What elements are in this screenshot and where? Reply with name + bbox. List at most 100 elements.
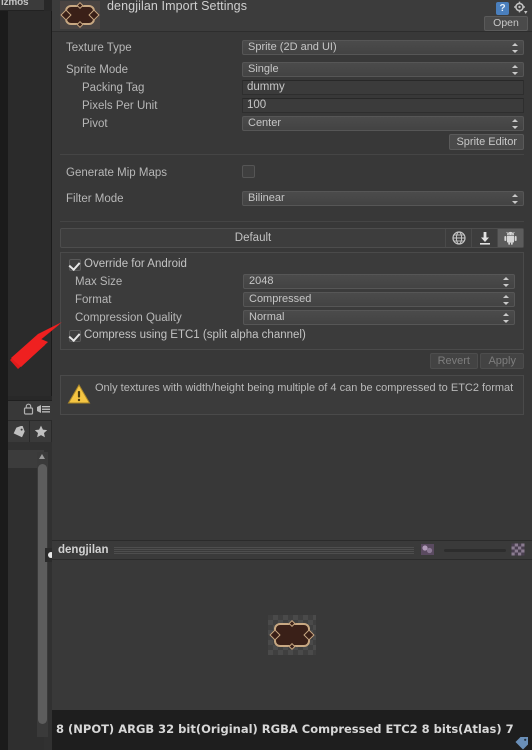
android-override-block: Override for Android Max Size 2048 Forma… — [60, 252, 524, 350]
chevron-updown-icon — [503, 295, 510, 305]
scrollbar-thumb[interactable] — [38, 464, 47, 724]
preview-drag-handle[interactable] — [114, 546, 414, 554]
generate-mip-maps-checkbox[interactable] — [242, 165, 255, 178]
compress-etc1-row[interactable]: Compress using ETC1 (split alpha channel… — [61, 328, 523, 345]
packing-tag-label: Packing Tag — [82, 82, 145, 94]
pixels-per-unit-label: Pixels Per Unit — [82, 100, 158, 112]
packing-tag-input[interactable]: dummy — [242, 80, 524, 95]
warning-message-box: Only textures with width/height being mu… — [60, 375, 524, 415]
max-size-dropdown[interactable]: 2048 — [243, 274, 515, 289]
globe-icon[interactable] — [445, 229, 471, 247]
preview-sprite-image — [268, 615, 316, 655]
format-dropdown[interactable]: Compressed — [243, 292, 515, 307]
compression-quality-label: Compression Quality — [75, 312, 182, 324]
sprite-mode-dropdown[interactable]: Single — [242, 62, 524, 77]
preview-zoom-slider[interactable] — [444, 548, 506, 552]
max-size-label: Max Size — [75, 276, 123, 288]
sprite-editor-button[interactable]: Sprite Editor — [449, 134, 524, 150]
field-sprite-mode: Sprite Mode Single — [52, 62, 532, 80]
filter-mode-value: Bilinear — [248, 192, 285, 204]
format-value: Compressed — [249, 293, 312, 305]
rgb-channel-icon[interactable] — [420, 543, 436, 557]
checkerboard-icon[interactable] — [511, 543, 527, 557]
chevron-updown-icon — [503, 313, 510, 323]
inspector-tab-row — [8, 420, 52, 443]
help-icon[interactable]: ? — [496, 1, 509, 15]
preview-header: dengjilan — [52, 540, 532, 560]
texture-type-label: Texture Type — [66, 42, 132, 54]
gear-icon[interactable] — [513, 1, 528, 15]
field-packing-tag: Packing Tag dummy — [52, 80, 532, 98]
field-texture-type: Texture Type Sprite (2D and UI) — [52, 40, 532, 58]
apply-button[interactable]: Apply — [480, 353, 524, 369]
compression-quality-dropdown[interactable]: Normal — [243, 310, 515, 325]
compression-quality-value: Normal — [249, 311, 285, 323]
scroll-up-arrow-icon[interactable] — [39, 454, 45, 459]
preview-title: dengjilan — [58, 544, 109, 556]
download-icon[interactable] — [471, 229, 497, 247]
unity-editor-window: izmos dengjilan Import Settings ? Open T… — [0, 0, 532, 750]
platform-tab-bar: Default — [60, 228, 524, 248]
texture-type-value: Sprite (2D and UI) — [248, 41, 337, 53]
sprite-editor-row: Sprite Editor — [52, 134, 532, 154]
android-icon[interactable] — [497, 229, 523, 247]
chevron-updown-icon — [512, 65, 519, 75]
sprite-mode-value: Single — [248, 63, 279, 75]
platform-default-label[interactable]: Default — [61, 229, 445, 247]
gizmos-dropdown-fragment[interactable]: izmos — [0, 0, 44, 11]
compress-etc1-label: Compress using ETC1 (split alpha channel… — [84, 329, 306, 341]
lock-icon[interactable] — [23, 403, 34, 418]
left-vertical-scrollbar[interactable] — [37, 452, 48, 737]
pixels-per-unit-input[interactable]: 100 — [242, 98, 524, 113]
field-compression-quality: Compression Quality Normal — [61, 310, 523, 328]
sprite-frame-preview-icon — [274, 619, 310, 651]
compress-etc1-checkbox[interactable] — [69, 330, 81, 342]
sprite-mode-label: Sprite Mode — [66, 64, 129, 76]
field-generate-mip-maps: Generate Mip Maps — [52, 165, 532, 187]
pixels-per-unit-value: 100 — [247, 99, 267, 111]
max-size-value: 2048 — [249, 275, 274, 287]
chevron-updown-icon — [503, 277, 510, 287]
field-pixels-per-unit: Pixels Per Unit 100 — [52, 98, 532, 116]
page-title: dengjilan Import Settings — [107, 0, 248, 13]
filter-mode-dropdown[interactable]: Bilinear — [242, 191, 524, 206]
revert-button[interactable]: Revert — [429, 353, 478, 369]
warning-triangle-icon — [67, 383, 91, 405]
revert-apply-row: Revert Apply — [52, 353, 532, 371]
override-for-android-row[interactable]: Override for Android — [61, 257, 523, 274]
status-bar: 8 (NPOT) ARGB 32 bit(Original) RGBA Comp… — [52, 710, 532, 750]
scene-view-remnant — [8, 11, 52, 396]
tag-icon[interactable] — [514, 736, 530, 750]
inspector-body: Texture Type Sprite (2D and UI) Sprite M… — [52, 32, 532, 540]
field-max-size: Max Size 2048 — [61, 274, 523, 292]
texture-info-text: 8 (NPOT) ARGB 32 bit(Original) RGBA Comp… — [56, 722, 514, 736]
field-format: Format Compressed — [61, 292, 523, 310]
left-dark-strip — [0, 0, 8, 750]
gizmos-label: izmos — [1, 0, 29, 8]
inspector-control-row — [8, 400, 52, 420]
field-filter-mode: Filter Mode Bilinear — [52, 191, 532, 209]
texture-type-dropdown[interactable]: Sprite (2D and UI) — [242, 40, 524, 55]
filter-mode-label: Filter Mode — [66, 193, 124, 205]
chevron-updown-icon — [512, 194, 519, 204]
format-label: Format — [75, 294, 112, 306]
pivot-dropdown[interactable]: Center — [242, 116, 524, 131]
preview-body[interactable] — [52, 560, 532, 710]
warning-text: Only textures with width/height being mu… — [95, 382, 514, 394]
open-button[interactable]: Open — [484, 16, 528, 31]
asset-thumbnail — [60, 1, 100, 29]
tag-icon[interactable] — [8, 420, 30, 443]
menu-icon[interactable] — [37, 404, 50, 418]
chevron-updown-icon — [512, 43, 519, 53]
star-icon[interactable] — [30, 420, 52, 443]
field-pivot: Pivot Center — [52, 116, 532, 134]
override-for-android-label: Override for Android — [84, 258, 187, 270]
generate-mip-maps-label: Generate Mip Maps — [66, 167, 167, 179]
inspector-panel: dengjilan Import Settings ? Open Texture… — [52, 0, 532, 540]
pivot-label: Pivot — [82, 118, 108, 130]
chevron-updown-icon — [512, 119, 519, 129]
override-for-android-checkbox[interactable] — [69, 259, 81, 271]
sprite-frame-icon — [65, 1, 95, 29]
inspector-header: dengjilan Import Settings ? Open — [52, 0, 532, 32]
header-icon-group: ? — [496, 1, 528, 15]
